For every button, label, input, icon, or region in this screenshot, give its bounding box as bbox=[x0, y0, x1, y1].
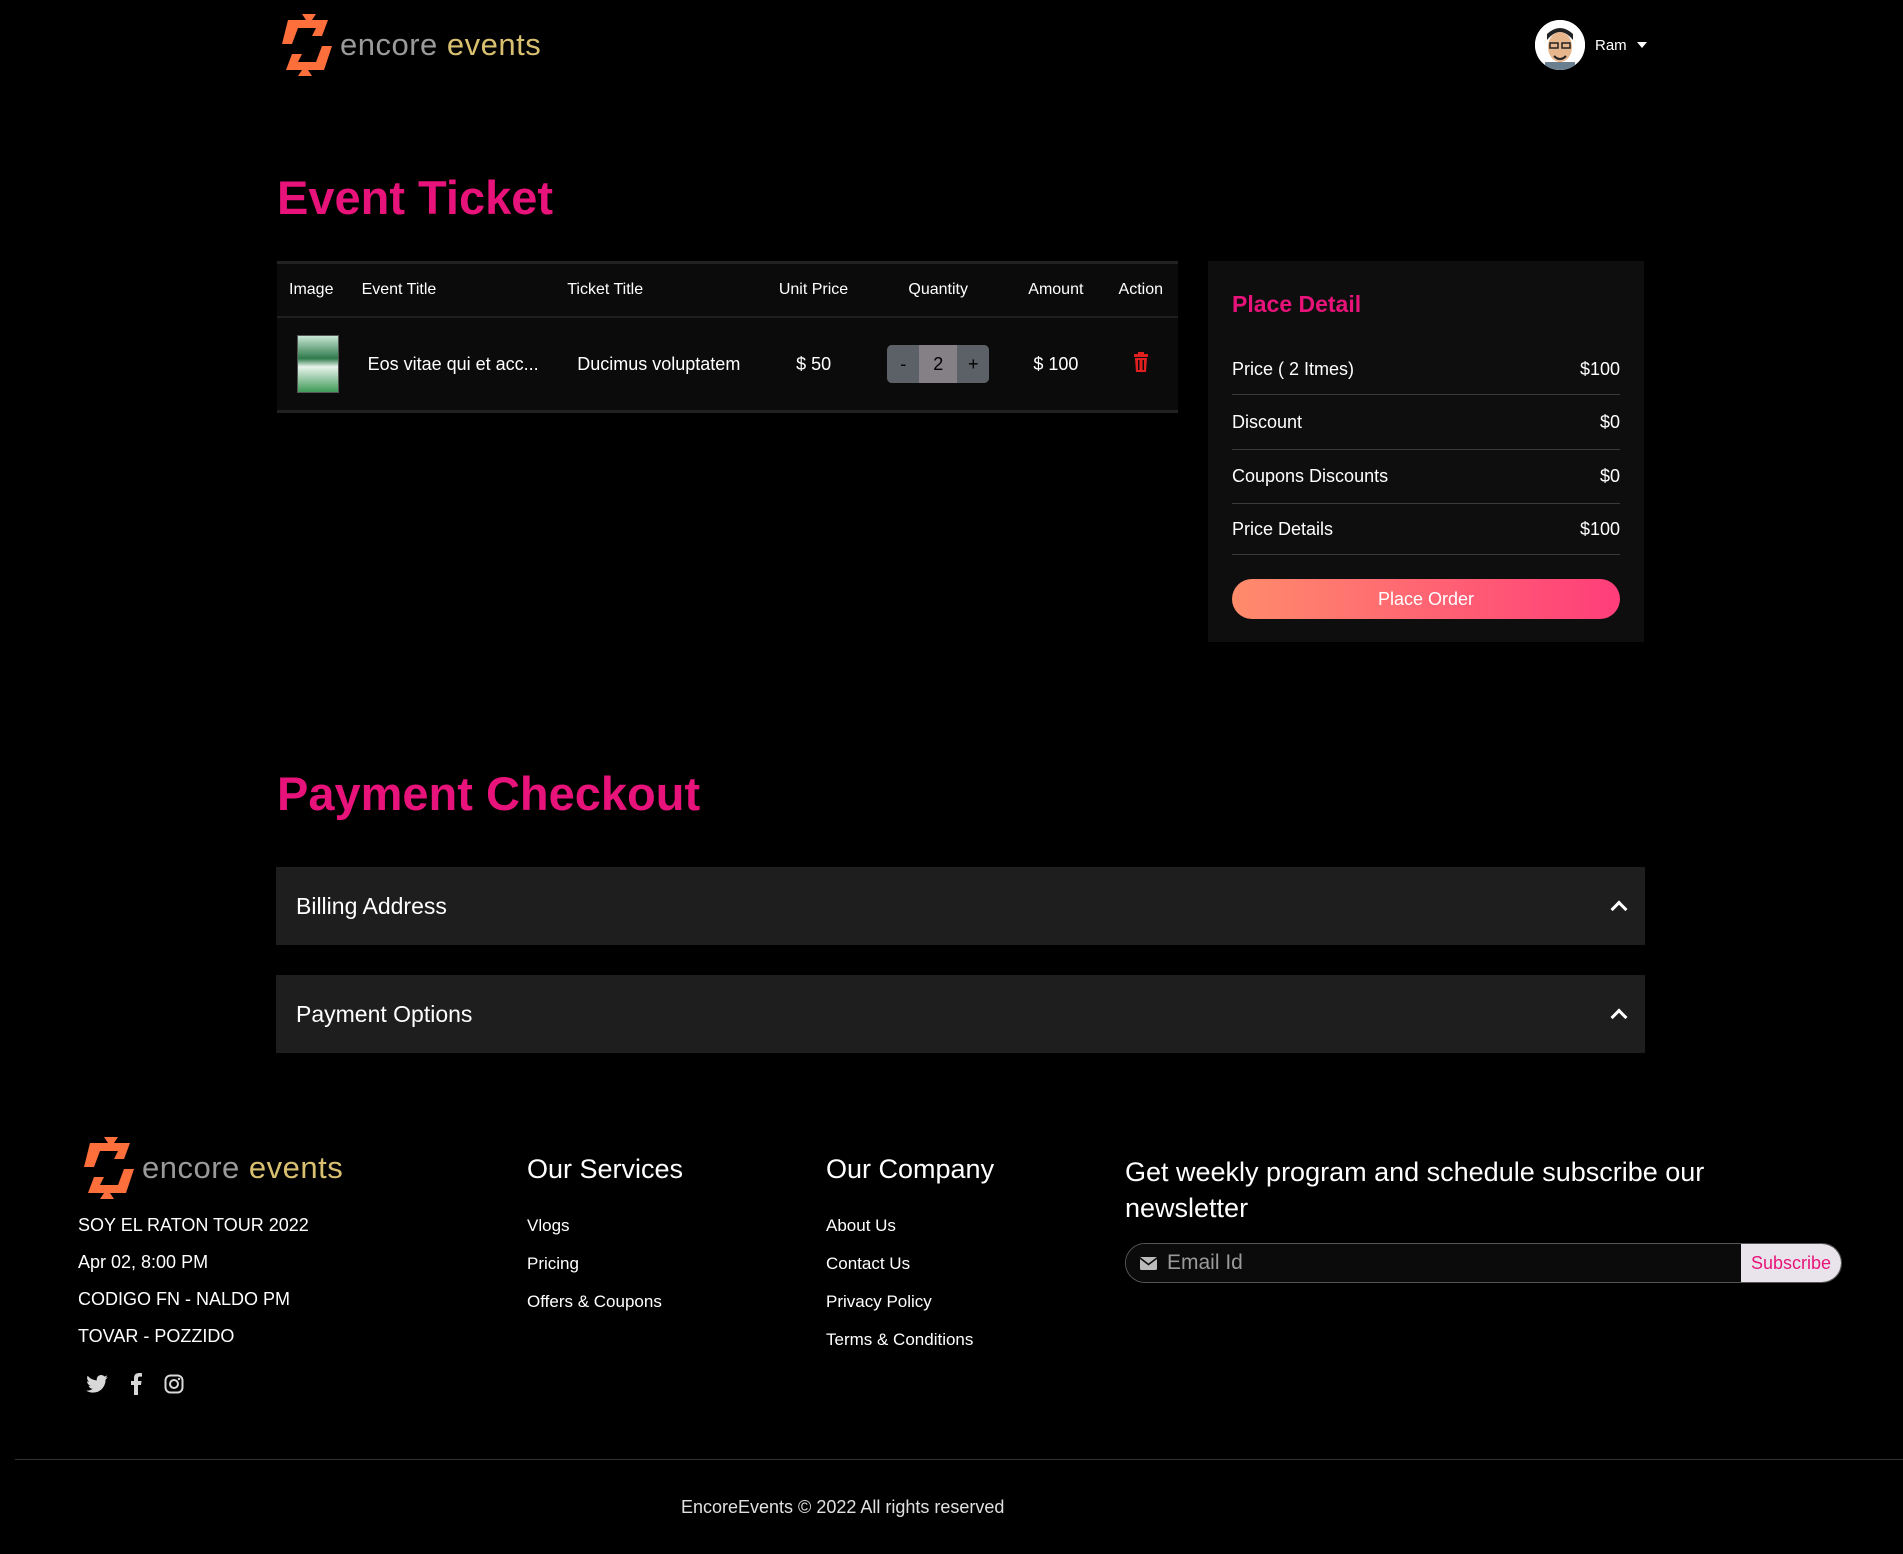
envelope-icon bbox=[1140, 1256, 1157, 1270]
quantity-decrease-button[interactable]: - bbox=[887, 345, 920, 383]
column-header-image: Image bbox=[289, 281, 334, 298]
unit-price-cell: $ 50 bbox=[796, 353, 832, 374]
avatar-face-icon bbox=[1535, 20, 1585, 70]
billing-address-label: Billing Address bbox=[296, 892, 447, 919]
place-order-button[interactable]: Place Order bbox=[1232, 579, 1620, 619]
ticket-table: Image Event Title Ticket Title Unit Pric… bbox=[277, 261, 1178, 413]
amount-cell: $ 100 bbox=[1033, 353, 1079, 374]
logo-word-encore: encore bbox=[340, 27, 438, 62]
logo-mark-icon bbox=[84, 1137, 134, 1199]
quantity-input[interactable]: 2 bbox=[919, 345, 958, 383]
footer-event-line: CODIGO FN - NALDO PM bbox=[78, 1289, 291, 1309]
coupons-discount-row: Coupons Discounts $0 bbox=[1232, 450, 1620, 504]
event-title-cell: Eos vitae qui et acc... bbox=[367, 353, 539, 374]
column-header-unit-price: Unit Price bbox=[778, 281, 849, 298]
footer-link-offers-coupons[interactable]: Offers & Coupons bbox=[527, 1292, 662, 1312]
price-details-row: Price Details $100 bbox=[1232, 504, 1620, 555]
header-logo[interactable]: encore events bbox=[278, 14, 541, 76]
footer-event-line: TOVAR - POZZIDO bbox=[78, 1326, 235, 1346]
column-header-event-title: Event Title bbox=[361, 281, 437, 298]
avatar[interactable] bbox=[1535, 20, 1585, 70]
price-details-label: Price Details bbox=[1232, 518, 1334, 539]
newsletter-form: Email Id Subscribe bbox=[1125, 1243, 1842, 1283]
footer-event-line: SOY EL RATON TOUR 2022 bbox=[78, 1215, 309, 1235]
newsletter-heading: Get weekly program and schedule subscrib… bbox=[1125, 1157, 1705, 1223]
chevron-up-icon[interactable] bbox=[1610, 1008, 1628, 1026]
discount-row: Discount $0 bbox=[1232, 395, 1620, 450]
place-detail-card: Place Detail Price ( 2 Itmes) $100 Disco… bbox=[1208, 261, 1644, 642]
footer-link-contact-us[interactable]: Contact Us bbox=[826, 1254, 910, 1274]
twitter-icon[interactable] bbox=[86, 1375, 108, 1393]
instagram-icon[interactable] bbox=[164, 1374, 184, 1394]
discount-label: Discount bbox=[1232, 411, 1303, 432]
subscribe-button[interactable]: Subscribe bbox=[1741, 1244, 1841, 1282]
footer-link-about-us[interactable]: About Us bbox=[826, 1216, 896, 1236]
copyright-text: EncoreEvents © 2022 All rights reserved bbox=[681, 1497, 1005, 1517]
place-detail-title: Place Detail bbox=[1232, 291, 1362, 317]
column-header-action: Action bbox=[1118, 281, 1163, 298]
payment-options-label: Payment Options bbox=[296, 1000, 473, 1027]
footer-divider bbox=[15, 1459, 1903, 1460]
billing-address-panel[interactable]: Billing Address bbox=[276, 867, 1645, 945]
coupons-discount-value: $0 bbox=[1599, 466, 1620, 486]
footer-link-vlogs[interactable]: Vlogs bbox=[527, 1216, 570, 1236]
price-value: $100 bbox=[1579, 359, 1620, 379]
price-label: Price ( 2 Itmes) bbox=[1232, 359, 1355, 379]
footer-link-terms-conditions[interactable]: Terms & Conditions bbox=[826, 1330, 973, 1350]
facebook-icon[interactable] bbox=[130, 1373, 142, 1395]
quantity-stepper: - 2 + bbox=[887, 345, 990, 383]
price-details-value: $100 bbox=[1579, 518, 1620, 539]
discount-value: $0 bbox=[1599, 411, 1620, 432]
user-name[interactable]: Ram bbox=[1595, 37, 1627, 54]
payment-checkout-title: Payment Checkout bbox=[277, 767, 701, 820]
footer-logo-word-encore: encore bbox=[142, 1150, 240, 1185]
our-services-heading: Our Services bbox=[527, 1154, 684, 1184]
footer-link-privacy-policy[interactable]: Privacy Policy bbox=[826, 1292, 932, 1312]
social-links bbox=[86, 1373, 184, 1395]
column-header-amount: Amount bbox=[1028, 281, 1084, 298]
column-header-ticket-title: Ticket Title bbox=[567, 281, 644, 298]
trash-icon[interactable] bbox=[1133, 351, 1149, 372]
event-thumbnail[interactable] bbox=[297, 335, 339, 393]
email-placeholder: Email Id bbox=[1167, 1251, 1243, 1274]
coupons-discount-label: Coupons Discounts bbox=[1232, 466, 1389, 486]
footer-logo[interactable]: encore events bbox=[80, 1137, 343, 1199]
chevron-up-icon[interactable] bbox=[1610, 900, 1628, 918]
logo-mark-icon bbox=[282, 14, 332, 76]
our-company-heading: Our Company bbox=[826, 1154, 995, 1184]
email-field[interactable]: Email Id bbox=[1126, 1244, 1741, 1282]
payment-options-panel[interactable]: Payment Options bbox=[276, 975, 1645, 1053]
footer-link-pricing[interactable]: Pricing bbox=[527, 1254, 579, 1274]
table-header: Image Event Title Ticket Title Unit Pric… bbox=[277, 264, 1178, 318]
user-menu[interactable]: Ram bbox=[1535, 20, 1647, 70]
quantity-increase-button[interactable]: + bbox=[957, 345, 990, 383]
ticket-title-cell: Ducimus voluptatem bbox=[577, 353, 741, 374]
table-row: Eos vitae qui et acc... Ducimus voluptat… bbox=[277, 318, 1178, 410]
footer-event-line: Apr 02, 8:00 PM bbox=[78, 1252, 209, 1272]
column-header-quantity: Quantity bbox=[908, 281, 968, 298]
footer-logo-word-events: events bbox=[248, 1150, 344, 1185]
price-row: Price ( 2 Itmes) $100 bbox=[1232, 345, 1620, 395]
event-ticket-title: Event Ticket bbox=[277, 171, 554, 224]
chevron-down-icon[interactable] bbox=[1636, 42, 1647, 48]
logo-word-events: events bbox=[446, 27, 542, 62]
